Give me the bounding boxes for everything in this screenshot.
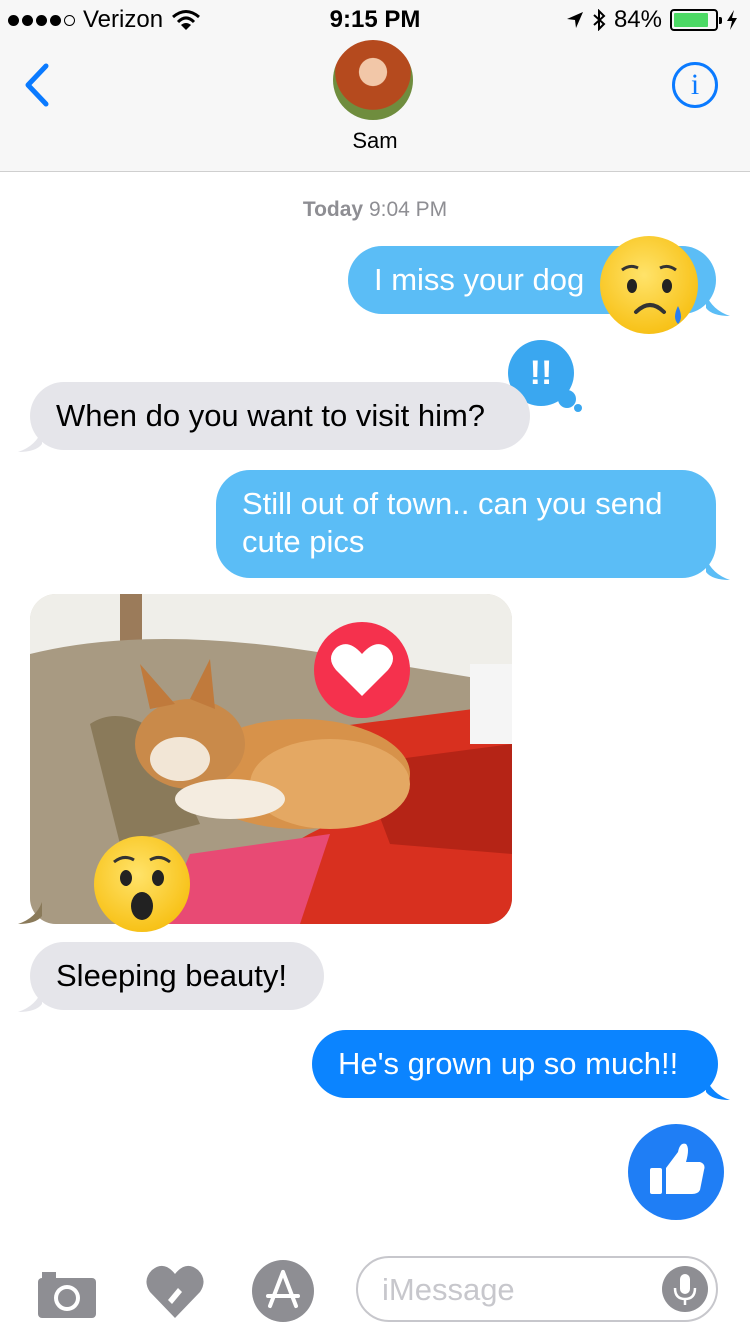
bubble-tail bbox=[706, 1078, 730, 1100]
microphone-button[interactable] bbox=[662, 1266, 708, 1312]
app-store-icon[interactable] bbox=[250, 1258, 316, 1324]
surprised-face-icon bbox=[113, 855, 171, 920]
message-text: Sleeping beauty! bbox=[56, 958, 287, 993]
status-bar: Verizon 9:15 PM 84% bbox=[0, 0, 750, 40]
message-bubble-received[interactable]: Sleeping beauty! bbox=[30, 942, 324, 1010]
message-text: He's grown up so much!! bbox=[338, 1046, 679, 1081]
contact-name[interactable]: Sam bbox=[0, 128, 750, 154]
digital-touch-icon[interactable] bbox=[142, 1258, 208, 1324]
bluetooth-icon bbox=[593, 9, 606, 31]
bubble-tail bbox=[18, 990, 42, 1012]
location-arrow-icon bbox=[566, 12, 583, 28]
message-input-placeholder: iMessage bbox=[382, 1272, 515, 1307]
message-bubble-received[interactable]: When do you want to visit him? bbox=[30, 382, 530, 450]
message-input[interactable]: iMessage bbox=[356, 1256, 718, 1322]
charging-icon bbox=[727, 10, 737, 30]
bubble-tail bbox=[18, 902, 42, 924]
heart-reaction[interactable] bbox=[314, 622, 410, 718]
microphone-icon bbox=[673, 1274, 697, 1305]
input-bar: iMessage bbox=[0, 1246, 750, 1334]
info-icon[interactable]: i bbox=[672, 62, 718, 108]
avatar[interactable] bbox=[333, 40, 413, 120]
bubble-tail bbox=[706, 558, 730, 580]
reaction-tail-dot bbox=[558, 390, 576, 408]
message-bubble-sent[interactable]: He's grown up so much!! bbox=[312, 1030, 718, 1098]
thumbs-up-icon bbox=[650, 1143, 705, 1194]
sad-face-icon bbox=[621, 264, 681, 324]
conversation-timestamp: Today 9:04 PM bbox=[0, 198, 750, 222]
back-chevron-icon[interactable] bbox=[18, 60, 58, 110]
thumbs-up-reaction[interactable] bbox=[628, 1124, 724, 1220]
battery-percent: 84% bbox=[613, 6, 662, 33]
message-text: When do you want to visit him? bbox=[56, 398, 486, 433]
bubble-tail bbox=[706, 294, 730, 316]
message-text: I miss your dog bbox=[374, 262, 585, 297]
bubble-tail bbox=[18, 430, 42, 452]
timestamp-day: Today bbox=[302, 198, 364, 221]
conversation-header: Verizon 9:15 PM 84% Sam i bbox=[0, 0, 750, 172]
heart-icon bbox=[331, 644, 393, 696]
battery-icon bbox=[670, 9, 722, 31]
sad-face-sticker bbox=[600, 236, 698, 334]
message-text: Still out of town.. can you send cute pi… bbox=[242, 486, 663, 559]
message-bubble-sent[interactable]: Still out of town.. can you send cute pi… bbox=[216, 470, 716, 578]
status-right: 84% bbox=[566, 6, 738, 34]
camera-icon[interactable] bbox=[34, 1258, 100, 1324]
reaction-tail-dot bbox=[574, 404, 582, 412]
surprised-face-sticker bbox=[94, 836, 190, 932]
timestamp-time: 9:04 PM bbox=[368, 198, 448, 221]
